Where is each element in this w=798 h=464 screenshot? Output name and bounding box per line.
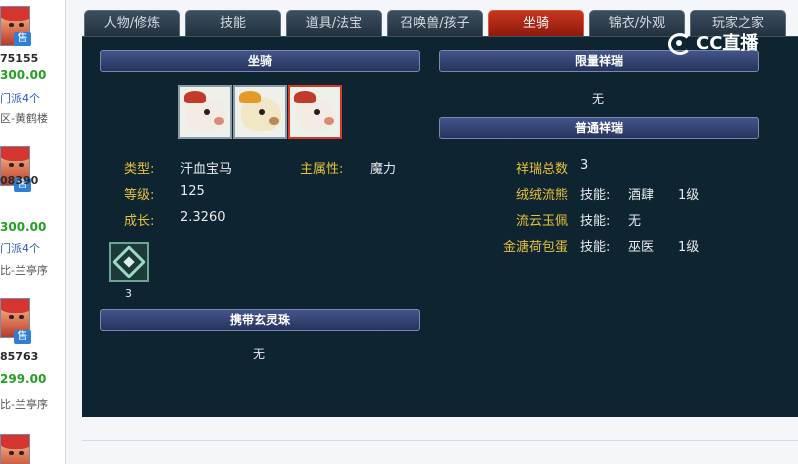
auspicious-skill-label: 技能:: [580, 214, 611, 229]
main-attr-label: 主属性:: [300, 162, 344, 177]
auspicious-skill: 酒肆: [628, 188, 655, 203]
auspicious-total-value: 3: [580, 158, 589, 173]
growth-value: 2.3260: [180, 210, 226, 225]
auspicious-name: 绒绒流熊: [515, 188, 568, 203]
auspicious-level: 1级: [678, 240, 700, 255]
listing-id: 75155: [0, 52, 39, 65]
skill-count: 3: [125, 287, 132, 300]
limited-value: 无: [592, 92, 605, 106]
listing-price: 299.00: [0, 372, 47, 386]
auspicious-total-label: 祥瑞总数: [515, 162, 568, 177]
listing-sect-link[interactable]: 门派4个: [0, 240, 40, 256]
watermark-text: CC直播: [696, 33, 759, 54]
listing-server: 比-兰亭序: [0, 264, 48, 277]
cc-logo-icon: CC直播: [668, 32, 796, 56]
app-root: 售 75155 300.00 门派4个 区-黄鹤楼 售 08390 300.00…: [0, 0, 798, 464]
mount-panel: 坐骑 类型: 汗血宝马 主属性: 魔力 等级: 125 成长: 2.3260 3…: [82, 36, 798, 417]
tab-pets[interactable]: 召唤兽/孩子: [387, 10, 483, 36]
avatar[interactable]: [0, 434, 30, 464]
listing-server: 区-黄鹤楼: [0, 112, 48, 125]
mount-section-header: 坐骑: [100, 50, 420, 72]
listing-sect-link[interactable]: 门派4个: [0, 90, 40, 106]
tab-items[interactable]: 道具/法宝: [286, 10, 382, 36]
pony-mount-icon[interactable]: [288, 85, 342, 139]
growth-label: 成长:: [124, 214, 155, 229]
orb-value: 无: [253, 347, 266, 361]
sell-badge: 售: [14, 330, 31, 344]
skill-book-icon[interactable]: [109, 242, 149, 282]
normal-section-header: 普通祥瑞: [439, 117, 759, 139]
tab-mount[interactable]: 坐骑: [488, 10, 584, 36]
type-label: 类型:: [124, 162, 155, 177]
listing-item[interactable]: 售 08390 300.00 门派4个 比-兰亭序: [0, 140, 66, 288]
auspicious-skill: 巫医: [628, 240, 655, 255]
tab-skills[interactable]: 技能: [185, 10, 281, 36]
level-label: 等级:: [124, 188, 155, 203]
listing-item[interactable]: 售 75155 300.00 门派4个 区-黄鹤楼: [0, 0, 66, 148]
tab-character[interactable]: 人物/修炼: [84, 10, 180, 36]
auspicious-skill-label: 技能:: [580, 240, 611, 255]
pony-mount-icon[interactable]: [178, 85, 232, 139]
auspicious-level: 1级: [678, 188, 700, 203]
orb-section-header: 携带玄灵珠: [100, 309, 420, 331]
listing-server: 比-兰亭序: [0, 398, 48, 411]
sheep-mount-icon[interactable]: [233, 85, 287, 139]
auspicious-skill: 无: [628, 214, 642, 229]
level-value: 125: [180, 184, 205, 199]
main-attr-value: 魔力: [370, 162, 397, 177]
listing-id: 85763: [0, 350, 39, 363]
auspicious-name: 金溏荷包蛋: [502, 240, 568, 255]
listing-item[interactable]: 售 85763 299.00 比-兰亭序: [0, 292, 66, 440]
divider: [82, 440, 798, 441]
listing-price: 300.00: [0, 220, 47, 234]
listing-sidebar: 售 75155 300.00 门派4个 区-黄鹤楼 售 08390 300.00…: [0, 0, 66, 464]
listing-price: 300.00: [0, 68, 47, 82]
auspicious-skill-label: 技能:: [580, 188, 611, 203]
type-value: 汗血宝马: [180, 162, 233, 177]
listing-id: 08390: [0, 174, 39, 187]
sell-badge: 售: [14, 32, 31, 46]
auspicious-name: 流云玉佩: [515, 214, 568, 229]
